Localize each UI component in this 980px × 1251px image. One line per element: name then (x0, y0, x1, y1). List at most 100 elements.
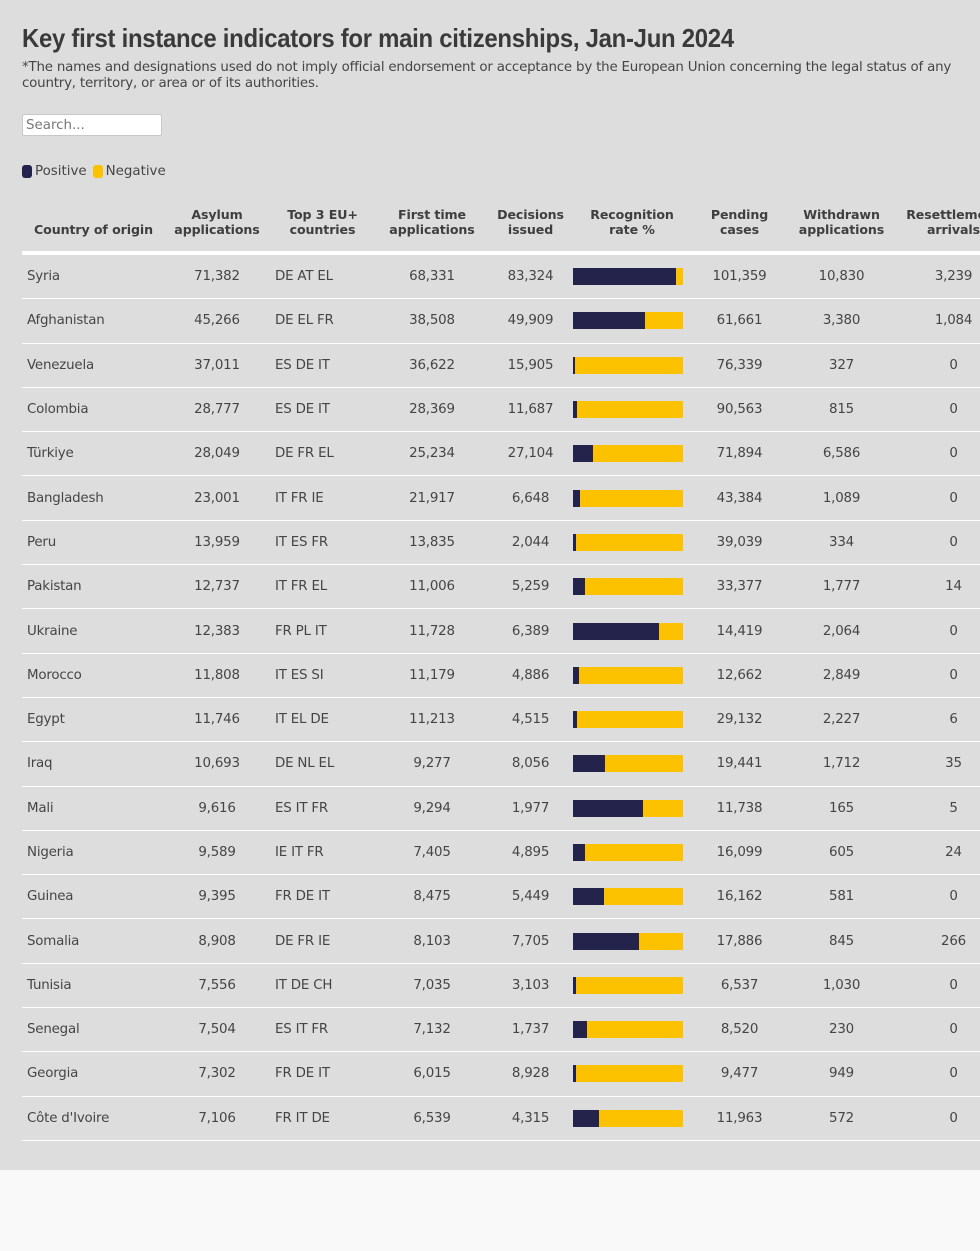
cell-pending: 101,359 (691, 253, 788, 300)
cell-pending: 19,441 (691, 741, 788, 787)
cell-resettlement: 0 (895, 431, 980, 477)
column-header-country[interactable]: Country of origin (22, 207, 165, 255)
column-header-decisions[interactable]: Decisions issued (488, 207, 573, 255)
cell-first-time: 25,234 (376, 431, 488, 477)
cell-country: Côte d'Ivoire (22, 1096, 165, 1141)
recognition-rate-bar[interactable] (573, 533, 683, 551)
cell-top3: IT ES FR (269, 520, 376, 566)
table-row: Georgia 7,302 FR DE IT 6,015 8,928 9,477 949 0 (22, 1051, 980, 1097)
recognition-rate-bar[interactable] (573, 666, 683, 684)
cell-withdrawn: 815 (788, 387, 895, 433)
cell-withdrawn: 1,777 (788, 564, 895, 610)
cell-decisions: 7,705 (488, 918, 573, 964)
cell-country: Morocco (22, 653, 165, 698)
column-header-first-time[interactable]: First time applications (376, 207, 488, 255)
recognition-rate-bar[interactable] (573, 578, 683, 596)
recognition-rate-bar[interactable] (573, 1021, 683, 1039)
bar-negative-segment (578, 666, 683, 684)
recognition-rate-bar[interactable] (573, 489, 683, 507)
recognition-rate-bar[interactable] (573, 401, 683, 419)
column-header-recognition-rate[interactable]: Recognition rate % (573, 207, 691, 255)
bar-positive-segment (573, 1109, 600, 1127)
bar-negative-segment (585, 844, 683, 861)
cell-country: Ukraine (22, 608, 165, 654)
column-header-resettlement[interactable]: Resettlementarrivals (895, 207, 980, 255)
column-header-pending[interactable]: Pending cases (691, 207, 788, 255)
recognition-rate-bar[interactable] (573, 1065, 683, 1083)
recognition-rate-bar[interactable] (573, 268, 683, 286)
cell-resettlement: 0 (895, 874, 980, 920)
bar-negative-segment (579, 489, 683, 507)
cell-asylum: 7,556 (165, 963, 269, 1009)
cell-first-time: 7,132 (376, 1007, 488, 1053)
legend: Positive Negative (22, 162, 980, 180)
cell-pending: 11,963 (691, 1096, 788, 1141)
table-row: Somalia 8,908 DE FR IE 8,103 7,705 17,886 845 2… (22, 918, 980, 964)
cell-top3: FR PL IT (269, 608, 376, 654)
cell-withdrawn: 581 (788, 874, 895, 920)
cell-decisions: 4,886 (488, 653, 573, 698)
recognition-rate-bar[interactable] (573, 799, 683, 817)
cell-withdrawn: 327 (788, 343, 895, 388)
indicators-table: Country of origin Asylum applications Top 3… (22, 207, 980, 1141)
cell-pending: 9,477 (691, 1051, 788, 1097)
recognition-rate-bar[interactable] (573, 622, 683, 640)
bar-negative-segment (658, 622, 683, 640)
recognition-rate-bar[interactable] (573, 356, 683, 374)
cell-resettlement: 0 (895, 963, 980, 1009)
cell-recognition-rate (573, 298, 691, 344)
recognition-rate-bar[interactable] (573, 976, 683, 994)
column-header-label: Top 3 EU+ (287, 207, 358, 222)
column-header-top3[interactable]: Top 3 EU+ countries (269, 207, 376, 255)
bar-negative-segment (587, 1021, 683, 1039)
recognition-rate-bar[interactable] (573, 844, 683, 861)
cell-country: Bangladesh (22, 475, 165, 521)
column-header-label: countries (289, 222, 356, 237)
bar-negative-segment (603, 888, 683, 906)
cell-withdrawn: 3,380 (788, 298, 895, 344)
cell-resettlement: 3,239 (895, 253, 980, 300)
table-row: Iraq 10,693 DE NL EL 9,277 8,056 19,441 1,712 3… (22, 741, 980, 787)
legend-swatch-positive-icon (22, 164, 32, 178)
cell-first-time: 11,006 (376, 564, 488, 610)
recognition-rate-bar[interactable] (573, 445, 683, 463)
recognition-rate-bar[interactable] (573, 932, 683, 950)
column-header-asylum[interactable]: Asylum applications (165, 207, 269, 255)
recognition-rate-bar[interactable] (573, 1109, 683, 1127)
cell-recognition-rate (573, 431, 691, 477)
column-header-label: Recognition (590, 207, 674, 222)
cell-recognition-rate (573, 1051, 691, 1097)
cell-pending: 90,563 (691, 387, 788, 433)
recognition-rate-bar[interactable] (573, 888, 683, 906)
bar-negative-segment (643, 799, 683, 817)
cell-decisions: 27,104 (488, 431, 573, 477)
bar-positive-segment (573, 622, 659, 640)
column-header-label: Resettlement (906, 207, 980, 222)
bar-positive-segment (573, 445, 593, 463)
recognition-rate-bar[interactable] (573, 711, 683, 729)
search-input[interactable] (22, 114, 162, 136)
table-row: Nigeria 9,589 IE IT FR 7,405 4,895 16,099 605 2… (22, 830, 980, 876)
cell-pending: 33,377 (691, 564, 788, 610)
cell-top3: DE NL EL (269, 741, 376, 787)
cell-top3: IE IT FR (269, 830, 376, 876)
cell-country: Somalia (22, 918, 165, 964)
cell-first-time: 28,369 (376, 387, 488, 433)
cell-resettlement: 0 (895, 520, 980, 566)
bar-positive-segment (573, 312, 645, 330)
column-header-withdrawn[interactable]: Withdrawn applications (788, 207, 895, 255)
cell-pending: 29,132 (691, 697, 788, 743)
cell-top3: IT ES SI (269, 653, 376, 698)
recognition-rate-bar[interactable] (573, 312, 683, 330)
bar-positive-segment (573, 578, 586, 596)
recognition-rate-bar[interactable] (573, 755, 683, 773)
cell-top3: DE EL FR (269, 298, 376, 344)
cell-pending: 8,520 (691, 1007, 788, 1053)
cell-pending: 11,738 (691, 786, 788, 831)
cell-withdrawn: 334 (788, 520, 895, 566)
cell-recognition-rate (573, 1096, 691, 1141)
cell-country: Peru (22, 520, 165, 566)
column-header-label: applications (798, 222, 885, 237)
table-row: Colombia 28,777 ES DE IT 28,369 11,687 90,563… (22, 387, 980, 433)
table-row: Ukraine 12,383 FR PL IT 11,728 6,389 14,419 2,… (22, 608, 980, 654)
